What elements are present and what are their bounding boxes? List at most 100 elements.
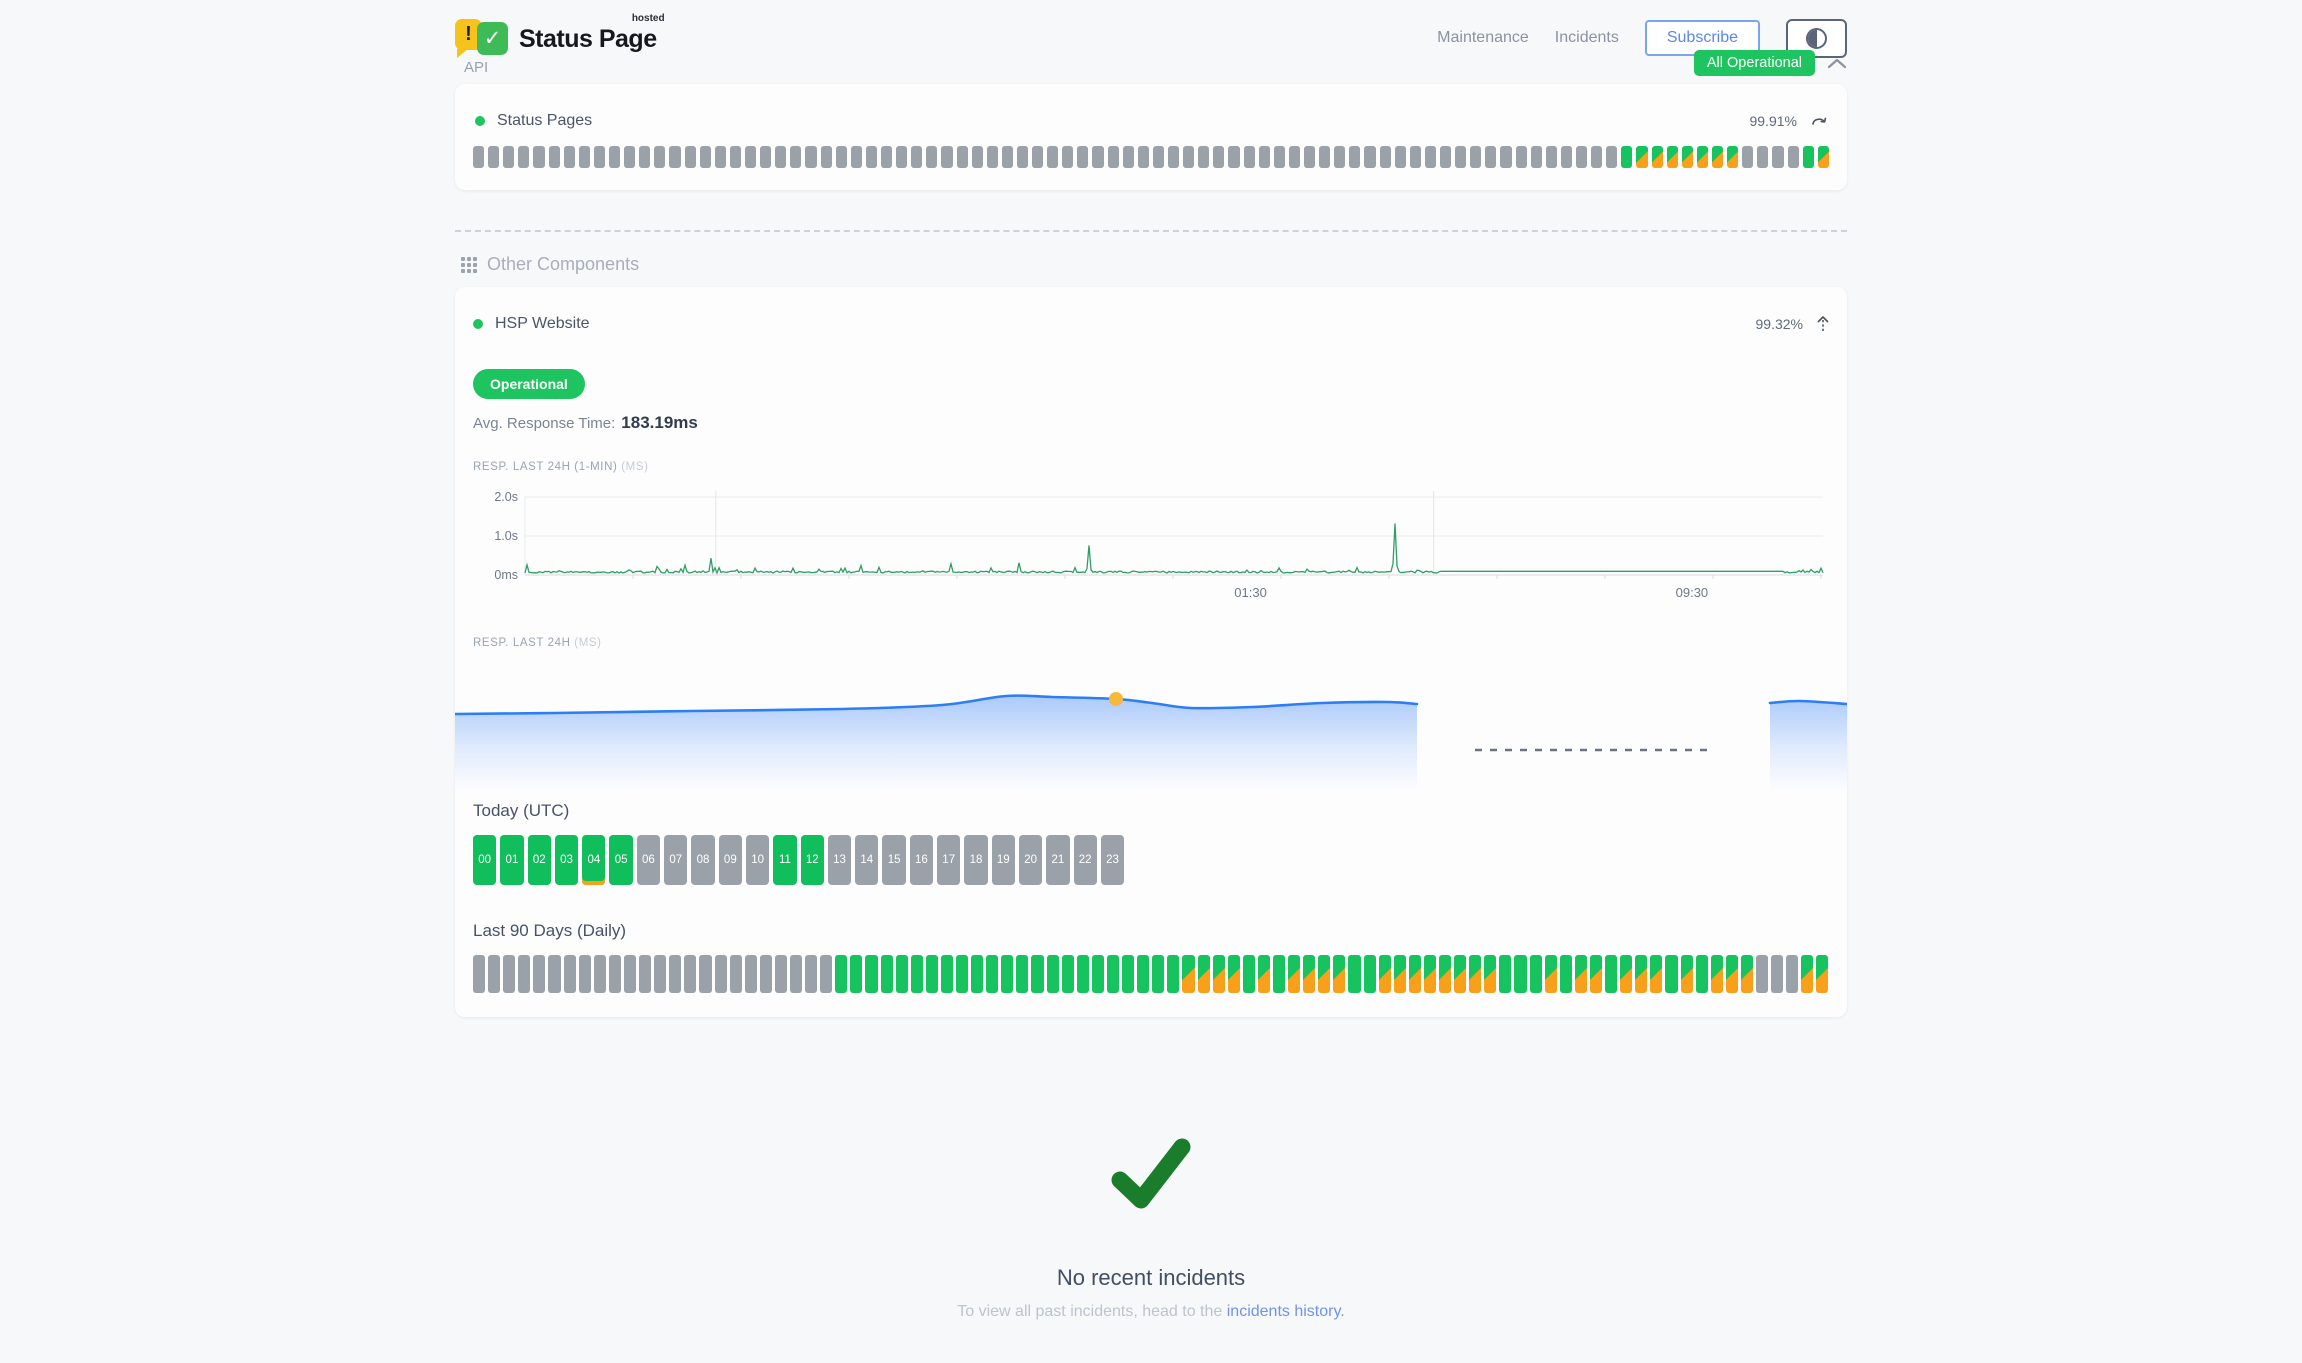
uptime-bar[interactable] xyxy=(1712,146,1723,168)
uptime-bar[interactable] xyxy=(911,146,922,168)
uptime-bar[interactable] xyxy=(518,146,529,168)
day-bar[interactable] xyxy=(1303,955,1315,993)
uptime-bar[interactable] xyxy=(1576,146,1587,168)
day-bar[interactable] xyxy=(1756,955,1768,993)
uptime-bar[interactable] xyxy=(1168,146,1179,168)
uptime-bar[interactable] xyxy=(1742,146,1753,168)
hour-cell[interactable]: 20 xyxy=(1019,835,1042,885)
day-bar[interactable] xyxy=(473,955,485,993)
hour-cell[interactable]: 06 xyxy=(637,835,660,885)
uptime-bar[interactable] xyxy=(624,146,635,168)
uptime-bar[interactable] xyxy=(1032,146,1043,168)
uptime-bar[interactable] xyxy=(1123,146,1134,168)
day-bar[interactable] xyxy=(1499,955,1511,993)
uptime-bar[interactable] xyxy=(957,146,968,168)
uptime-bar[interactable] xyxy=(745,146,756,168)
day-bar[interactable] xyxy=(1575,955,1587,993)
uptime-bar[interactable] xyxy=(1652,146,1663,168)
hour-cell[interactable]: 19 xyxy=(992,835,1015,885)
uptime-bar[interactable] xyxy=(1334,146,1345,168)
uptime-bar[interactable] xyxy=(488,146,499,168)
day-bar[interactable] xyxy=(1424,955,1436,993)
day-bar[interactable] xyxy=(488,955,500,993)
uptime-bar[interactable] xyxy=(1682,146,1693,168)
day-bar[interactable] xyxy=(1031,955,1043,993)
day-bar[interactable] xyxy=(1182,955,1194,993)
uptime-bar[interactable] xyxy=(1304,146,1315,168)
day-bar[interactable] xyxy=(1077,955,1089,993)
day-bar[interactable] xyxy=(1771,955,1783,993)
hour-cell[interactable]: 14 xyxy=(855,835,878,885)
day-bar[interactable] xyxy=(533,955,545,993)
uptime-bar[interactable] xyxy=(1516,146,1527,168)
uptime-bar[interactable] xyxy=(836,146,847,168)
uptime-bar[interactable] xyxy=(1380,146,1391,168)
uptime-bar[interactable] xyxy=(1138,146,1149,168)
uptime-bar[interactable] xyxy=(1470,146,1481,168)
day-bar[interactable] xyxy=(1318,955,1330,993)
day-bar[interactable] xyxy=(1348,955,1360,993)
uptime-bar[interactable] xyxy=(1395,146,1406,168)
day-bar[interactable] xyxy=(881,955,893,993)
day-bar[interactable] xyxy=(1379,955,1391,993)
day-bar[interactable] xyxy=(684,955,696,993)
day-bar[interactable] xyxy=(654,955,666,993)
uptime-bar[interactable] xyxy=(700,146,711,168)
day-bar[interactable] xyxy=(1681,955,1693,993)
day-bar[interactable] xyxy=(1092,955,1104,993)
refresh-icon[interactable] xyxy=(1811,115,1827,127)
overall-status-badge[interactable]: All Operational xyxy=(1694,50,1815,76)
uptime-bar[interactable] xyxy=(1108,146,1119,168)
uptime-bar[interactable] xyxy=(1561,146,1572,168)
hour-cell[interactable]: 04 xyxy=(582,835,605,885)
day-bar[interactable] xyxy=(715,955,727,993)
hour-cell[interactable]: 15 xyxy=(882,835,905,885)
day-bar[interactable] xyxy=(926,955,938,993)
uptime-bar[interactable] xyxy=(639,146,650,168)
hour-cell[interactable]: 22 xyxy=(1074,835,1097,885)
uptime-bar[interactable] xyxy=(1440,146,1451,168)
uptime-bar[interactable] xyxy=(896,146,907,168)
hour-cell[interactable]: 16 xyxy=(910,835,933,885)
day-bar[interactable] xyxy=(1741,955,1753,993)
hour-cell[interactable]: 12 xyxy=(801,835,824,885)
day-bar[interactable] xyxy=(896,955,908,993)
uptime-bar[interactable] xyxy=(609,146,620,168)
uptime-bar[interactable] xyxy=(987,146,998,168)
day-bar[interactable] xyxy=(1665,955,1677,993)
day-bar[interactable] xyxy=(1409,955,1421,993)
uptime-bar[interactable] xyxy=(1183,146,1194,168)
day-bar[interactable] xyxy=(790,955,802,993)
uptime-bar[interactable] xyxy=(1803,146,1814,168)
uptime-bar[interactable] xyxy=(685,146,696,168)
uptime-bar[interactable] xyxy=(1092,146,1103,168)
day-bar[interactable] xyxy=(1198,955,1210,993)
day-bar[interactable] xyxy=(1062,955,1074,993)
uptime-bar[interactable] xyxy=(866,146,877,168)
uptime-bar[interactable] xyxy=(1667,146,1678,168)
hour-cell[interactable]: 21 xyxy=(1046,835,1069,885)
hour-cell[interactable]: 17 xyxy=(937,835,960,885)
uptime-bar[interactable] xyxy=(654,146,665,168)
uptime-bar[interactable] xyxy=(669,146,680,168)
hour-cell[interactable]: 09 xyxy=(719,835,742,885)
uptime-bar[interactable] xyxy=(881,146,892,168)
uptime-bar[interactable] xyxy=(1591,146,1602,168)
day-bar[interactable] xyxy=(503,955,515,993)
incidents-history-link[interactable]: incidents history. xyxy=(1227,1303,1345,1320)
uptime-bar[interactable] xyxy=(579,146,590,168)
uptime-bar[interactable] xyxy=(1047,146,1058,168)
uptime-bar[interactable] xyxy=(1410,146,1421,168)
day-bar[interactable] xyxy=(1394,955,1406,993)
day-bar[interactable] xyxy=(1016,955,1028,993)
day-bar[interactable] xyxy=(971,955,983,993)
uptime-bar[interactable] xyxy=(1002,146,1013,168)
uptime-bar[interactable] xyxy=(1818,146,1829,168)
day-bar[interactable] xyxy=(669,955,681,993)
uptime-bar[interactable] xyxy=(1289,146,1300,168)
uptime-bar[interactable] xyxy=(1319,146,1330,168)
day-bar[interactable] xyxy=(548,955,560,993)
collapse-chevron-icon[interactable] xyxy=(1827,58,1847,69)
day-bar[interactable] xyxy=(1167,955,1179,993)
uptime-bar[interactable] xyxy=(972,146,983,168)
